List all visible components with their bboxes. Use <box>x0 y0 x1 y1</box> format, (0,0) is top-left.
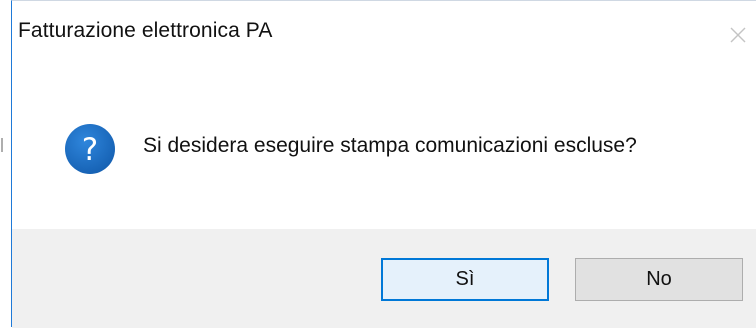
background-window-mark <box>1 138 9 152</box>
close-button[interactable] <box>720 17 756 53</box>
dialog-message: Si desidera eseguire stampa comunicazion… <box>143 134 637 157</box>
message-dialog: Fatturazione elettronica PA ? Si desider… <box>11 0 756 328</box>
question-icon: ? <box>65 124 115 174</box>
dialog-title: Fatturazione elettronica PA <box>18 19 273 42</box>
yes-button[interactable]: Sì <box>381 258 549 301</box>
background-window-edge <box>0 0 11 327</box>
title-bar[interactable]: Fatturazione elettronica PA <box>12 1 756 71</box>
close-icon <box>730 27 746 43</box>
svg-text:?: ? <box>82 132 98 168</box>
dialog-content: ? Si desidera eseguire stampa comunicazi… <box>12 71 756 229</box>
no-button[interactable]: No <box>575 258 743 301</box>
button-bar: Sì No <box>12 229 756 328</box>
